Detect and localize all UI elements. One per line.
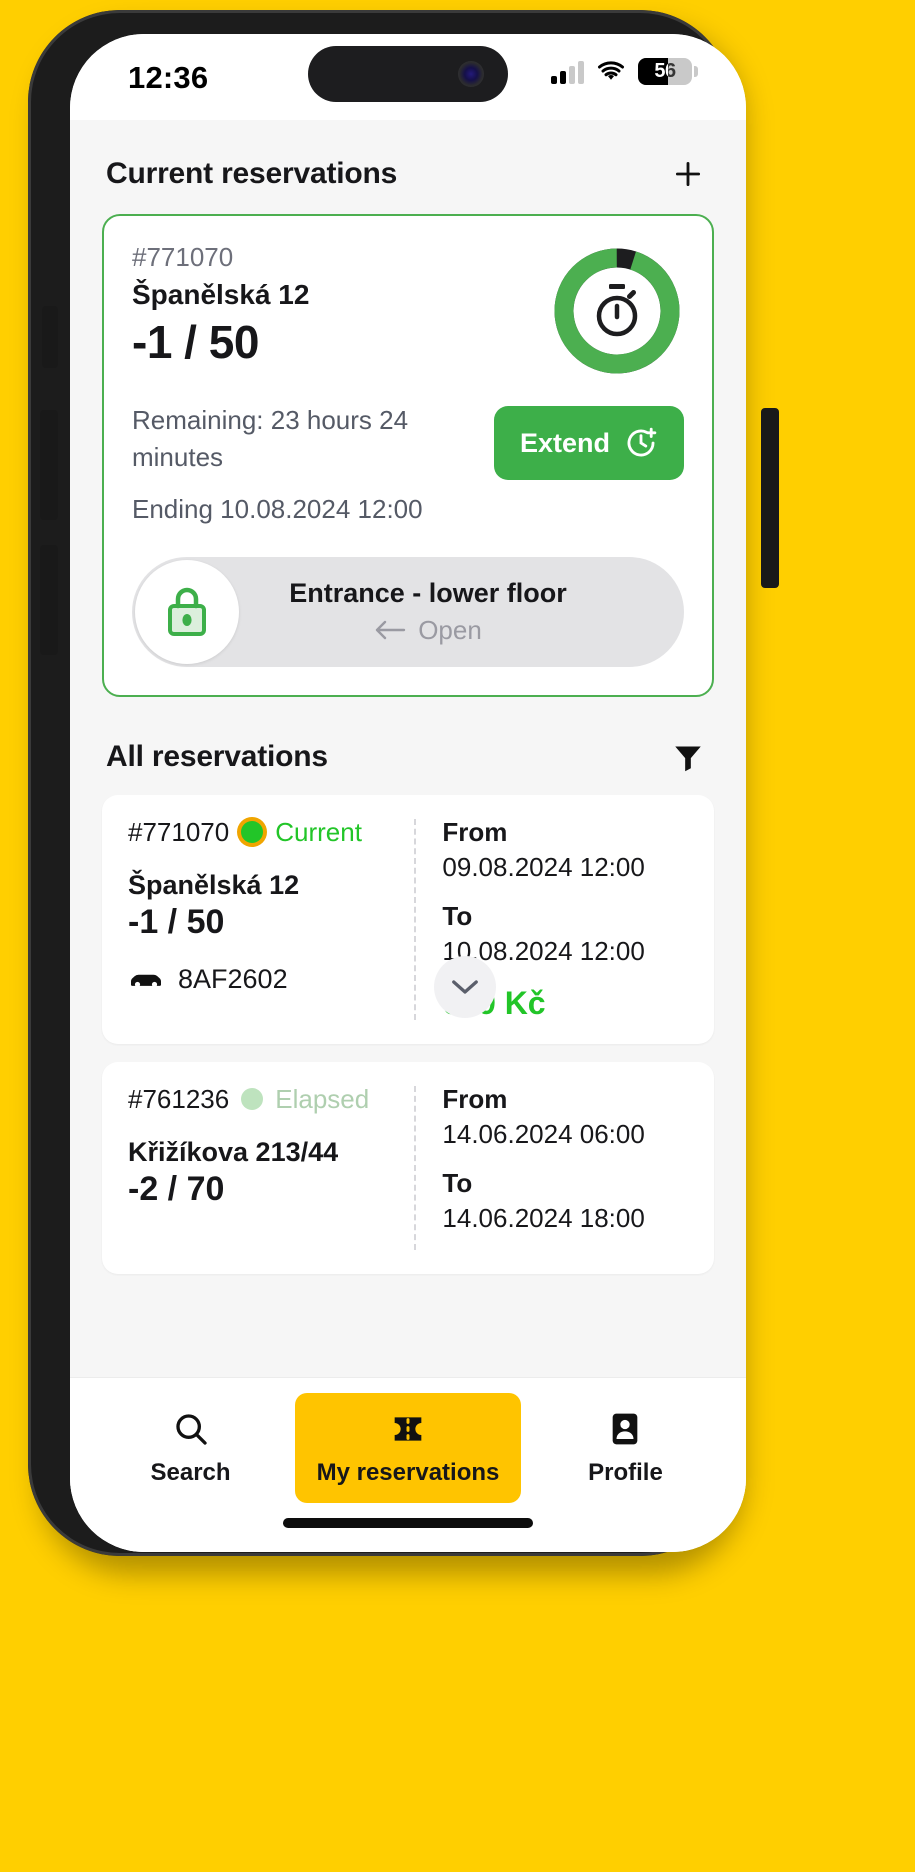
add-reservation-button[interactable] xyxy=(666,152,710,196)
door-name-label: Entrance - lower floor xyxy=(289,577,567,608)
vehicle-plate: 8AF2602 xyxy=(128,964,398,995)
reservation-spot: -1 / 50 xyxy=(132,316,259,368)
status-badge: Elapsed xyxy=(275,1083,370,1114)
extend-button[interactable]: Extend xyxy=(493,406,684,480)
to-label: To xyxy=(442,900,473,931)
nav-item-profile[interactable]: Profile xyxy=(528,1393,722,1503)
profile-card-icon xyxy=(613,1413,638,1445)
plate-number: 8AF2602 xyxy=(178,963,288,994)
status-bar: 12:36 56 xyxy=(70,34,746,120)
home-indicator[interactable] xyxy=(283,1518,533,1528)
from-value: 09.08.2024 12:00 xyxy=(442,851,645,882)
nav-item-my-reservations[interactable]: My reservations xyxy=(294,1393,522,1503)
reservation-address: Španělská 12 xyxy=(132,279,310,310)
status-bar-clock: 12:36 xyxy=(128,60,209,95)
all-reservations-list[interactable]: #771070 Current Španělská 12 -1 / 50 8AF… xyxy=(70,794,746,1377)
reservation-id-row: #771070 Current xyxy=(128,817,398,848)
reservation-id: #771070 xyxy=(132,242,234,272)
all-reservations-header: All reservations xyxy=(70,697,746,795)
table-row[interactable]: #761236 Elapsed Křižíkova 213/44 -2 / 70… xyxy=(102,1061,714,1274)
status-dot xyxy=(241,1088,264,1111)
reservation-spot: -1 / 50 xyxy=(128,902,225,941)
status-badge: Current xyxy=(275,816,362,847)
current-reservation-top: #771070 Španělská 12 -1 / 50 xyxy=(132,242,684,376)
reservation-address: Křižíkova 213/44 xyxy=(128,1136,339,1167)
app-content: Current reservations #771070 Španělská 1… xyxy=(70,120,746,1552)
car-icon xyxy=(131,975,161,988)
expand-row-button[interactable] xyxy=(434,955,496,1018)
reservation-spot: -2 / 70 xyxy=(128,1169,225,1208)
wifi-icon xyxy=(598,60,624,80)
nav-label-profile: Profile xyxy=(588,1459,663,1486)
power-button[interactable] xyxy=(761,408,779,588)
table-row[interactable]: #771070 Current Španělská 12 -1 / 50 8AF… xyxy=(102,794,714,1044)
from-label: From xyxy=(442,816,508,847)
screenshot-stage: 12:36 56 Current reservations #771070 Šp… xyxy=(0,0,915,1872)
timer-progress-ring xyxy=(552,246,682,376)
nav-item-search[interactable]: Search xyxy=(94,1393,288,1503)
current-reservation-times: Remaining: 23 hours 24 minutes Ending 10… xyxy=(132,402,482,525)
reservation-id: #771070 xyxy=(128,816,230,847)
cellular-signal-icon xyxy=(551,60,584,84)
slider-hint-label: Open xyxy=(418,614,482,645)
extend-button-label: Extend xyxy=(519,427,610,458)
volume-down-button[interactable] xyxy=(40,545,58,655)
lock-icon xyxy=(168,587,206,636)
reservation-summary: #771070 Current Španělská 12 -1 / 50 8AF… xyxy=(102,817,414,1022)
bottom-navigation: Search My reservations Profile xyxy=(70,1377,746,1518)
ending-time-label: Ending 10.08.2024 12:00 xyxy=(132,493,423,524)
reservation-id: #761236 xyxy=(128,1083,230,1114)
volume-up-button[interactable] xyxy=(40,410,58,520)
filter-button[interactable] xyxy=(666,735,710,779)
reservation-period: From 14.06.2024 06:00 To 14.06.2024 18:0… xyxy=(416,1084,714,1252)
current-reservation-card[interactable]: #771070 Španělská 12 -1 / 50 Remaining: … xyxy=(102,214,714,697)
clock-plus-icon xyxy=(627,427,657,457)
page-title: Current reservations xyxy=(106,157,398,190)
current-reservation-info: #771070 Španělská 12 -1 / 50 xyxy=(132,242,309,369)
stopwatch-icon xyxy=(596,284,638,337)
nav-label-search: Search xyxy=(150,1459,231,1486)
slider-knob[interactable] xyxy=(135,559,239,664)
to-label: To xyxy=(442,1167,473,1198)
mute-switch[interactable] xyxy=(42,306,58,368)
to-value: 14.06.2024 18:00 xyxy=(442,1202,645,1233)
reservation-address: Španělská 12 xyxy=(128,869,300,900)
reservation-id-row: #761236 Elapsed xyxy=(128,1084,398,1115)
phone-body: 12:36 56 Current reservations #771070 Šp… xyxy=(28,10,779,1556)
arrow-left-icon xyxy=(375,621,406,640)
reservation-summary: #761236 Elapsed Křižíkova 213/44 -2 / 70 xyxy=(102,1084,414,1252)
nav-label-my-reservations: My reservations xyxy=(316,1459,500,1486)
chevron-down-icon xyxy=(452,980,478,994)
from-value: 14.06.2024 06:00 xyxy=(442,1118,645,1149)
battery-icon: 56 xyxy=(638,58,692,85)
battery-cap xyxy=(694,66,698,77)
ticket-icon xyxy=(394,1417,422,1441)
plus-icon xyxy=(675,161,701,187)
status-bar-indicators: 56 xyxy=(551,58,698,85)
slide-to-open-door[interactable]: Entrance - lower floor Open xyxy=(132,556,684,667)
filter-icon xyxy=(675,746,701,772)
front-camera-icon xyxy=(458,61,484,87)
home-indicator-area xyxy=(70,1518,746,1552)
current-reservation-details: Remaining: 23 hours 24 minutes Ending 10… xyxy=(132,402,684,525)
from-label: From xyxy=(442,1083,508,1114)
dynamic-island xyxy=(308,46,508,102)
battery-percent-label: 56 xyxy=(654,60,676,82)
status-dot xyxy=(241,821,264,844)
all-reservations-title: All reservations xyxy=(106,739,328,773)
current-reservations-header: Current reservations xyxy=(70,120,746,214)
slider-hint: Open xyxy=(172,615,684,646)
remaining-time-label: Remaining: 23 hours 24 minutes xyxy=(132,405,409,472)
phone-screen: 12:36 56 Current reservations #771070 Šp… xyxy=(70,34,746,1552)
search-icon xyxy=(175,1414,207,1445)
